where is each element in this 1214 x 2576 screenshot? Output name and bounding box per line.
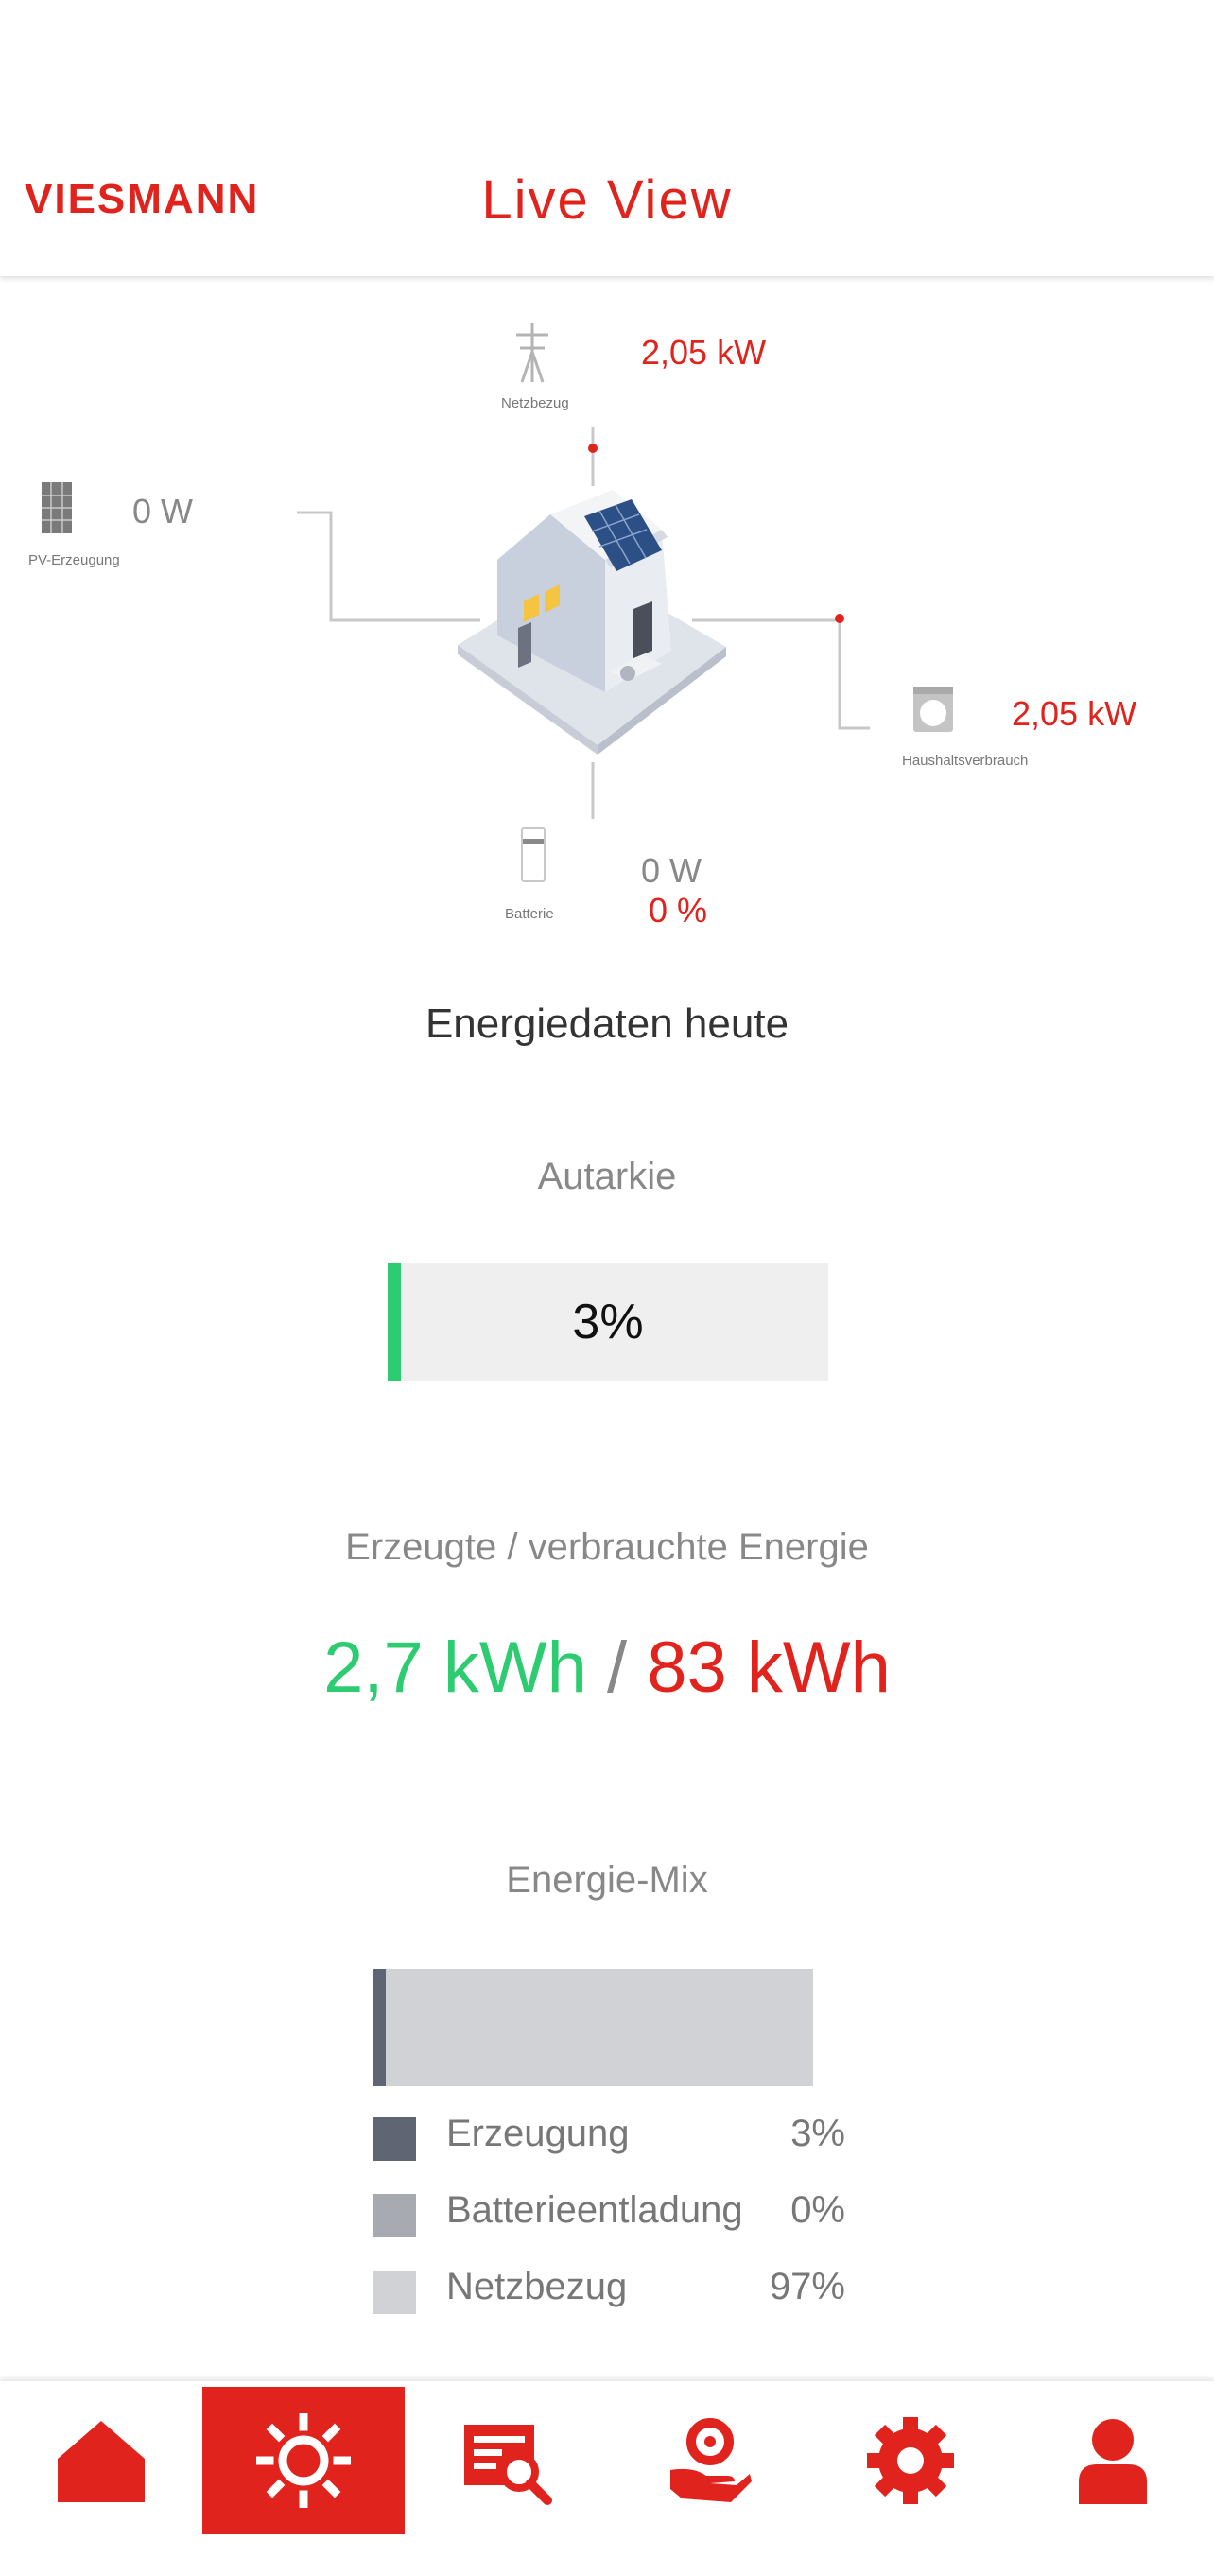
battery-icon	[521, 827, 546, 882]
legend-item-netzbezug: Netzbezug 97%	[373, 2266, 845, 2342]
user-icon	[1079, 2419, 1147, 2504]
page-title: Live View	[481, 169, 733, 231]
energy-mix-label: Energie-Mix	[506, 1859, 708, 1901]
nav-service[interactable]	[607, 2387, 809, 2534]
legend-value: 3%	[790, 2113, 845, 2154]
grid-flow-dot	[588, 444, 598, 453]
household-label: Haushaltsverbrauch	[902, 753, 1029, 769]
report-search-icon	[464, 2425, 552, 2505]
energy-mix-legend: Erzeugung 3% Batterieentladung 0% Netzbe…	[373, 2113, 845, 2342]
bottom-navigation	[0, 2381, 1214, 2576]
household-flow-dot	[835, 614, 844, 623]
nav-profile[interactable]	[1012, 2387, 1214, 2534]
energy-values: 2,7 kWh / 83 kWh	[0, 1627, 1214, 1709]
energy-flow-diagram: 2,05 kW Netzbezug 0 W PV-Erzeugung 2,05 …	[0, 276, 1214, 938]
house-illustration	[458, 490, 726, 755]
legend-label: Batterieentladung	[446, 2189, 743, 2231]
mix-segment	[386, 1969, 813, 2086]
legend-item-batterieentladung: Batterieentladung 0%	[373, 2189, 845, 2266]
pv-label: PV-Erzeugung	[28, 552, 120, 568]
energy-produced-consumed-label: Erzeugte / verbrauchte Energie	[345, 1526, 869, 1568]
energy-mix-bar	[373, 1969, 813, 2086]
battery-power-value: 0 W	[641, 851, 702, 890]
legend-swatch	[373, 2271, 416, 2314]
battery-label: Batterie	[505, 906, 554, 922]
power-tower-icon	[516, 323, 548, 383]
legend-value: 0%	[790, 2189, 845, 2231]
autarkie-label: Autarkie	[537, 1156, 677, 1197]
household-power-value: 2,05 kW	[1012, 694, 1137, 733]
legend-item-erzeugung: Erzeugung 3%	[373, 2113, 845, 2189]
legend-value: 97%	[769, 2266, 845, 2307]
legend-label: Erzeugung	[446, 2113, 630, 2154]
flow-lines	[42, 323, 953, 882]
nav-settings[interactable]	[809, 2387, 1012, 2534]
grid-label: Netzbezug	[501, 395, 569, 411]
energy-separator: /	[606, 1627, 628, 1708]
battery-percent-value: 0 %	[649, 891, 708, 930]
nav-live-view[interactable]	[202, 2387, 405, 2534]
washing-machine-icon	[913, 687, 953, 732]
mix-segment	[373, 1969, 386, 2086]
gear-icon	[867, 2417, 954, 2504]
pv-power-value: 0 W	[132, 492, 194, 531]
grid-power-value: 2,05 kW	[641, 333, 767, 372]
hand-service-icon	[670, 2418, 752, 2502]
consumed-energy-value: 83 kWh	[647, 1627, 891, 1708]
home-icon	[58, 2421, 145, 2502]
nav-reports[interactable]	[405, 2387, 607, 2534]
produced-energy-value: 2,7 kWh	[323, 1627, 587, 1708]
solar-panel-icon	[42, 482, 72, 533]
energy-today-title: Energiedaten heute	[425, 1001, 789, 1047]
legend-swatch	[373, 2117, 416, 2161]
autarkie-progress-bar: 3%	[388, 1263, 828, 1381]
sun-icon	[256, 2413, 351, 2508]
autarkie-value: 3%	[572, 1295, 644, 1349]
nav-home[interactable]	[0, 2387, 202, 2534]
legend-label: Netzbezug	[446, 2266, 628, 2307]
legend-swatch	[373, 2194, 416, 2237]
household-connection-line	[692, 618, 870, 730]
pv-connection-line	[297, 511, 480, 622]
app-header: VIESMANN Live View	[0, 0, 1214, 276]
